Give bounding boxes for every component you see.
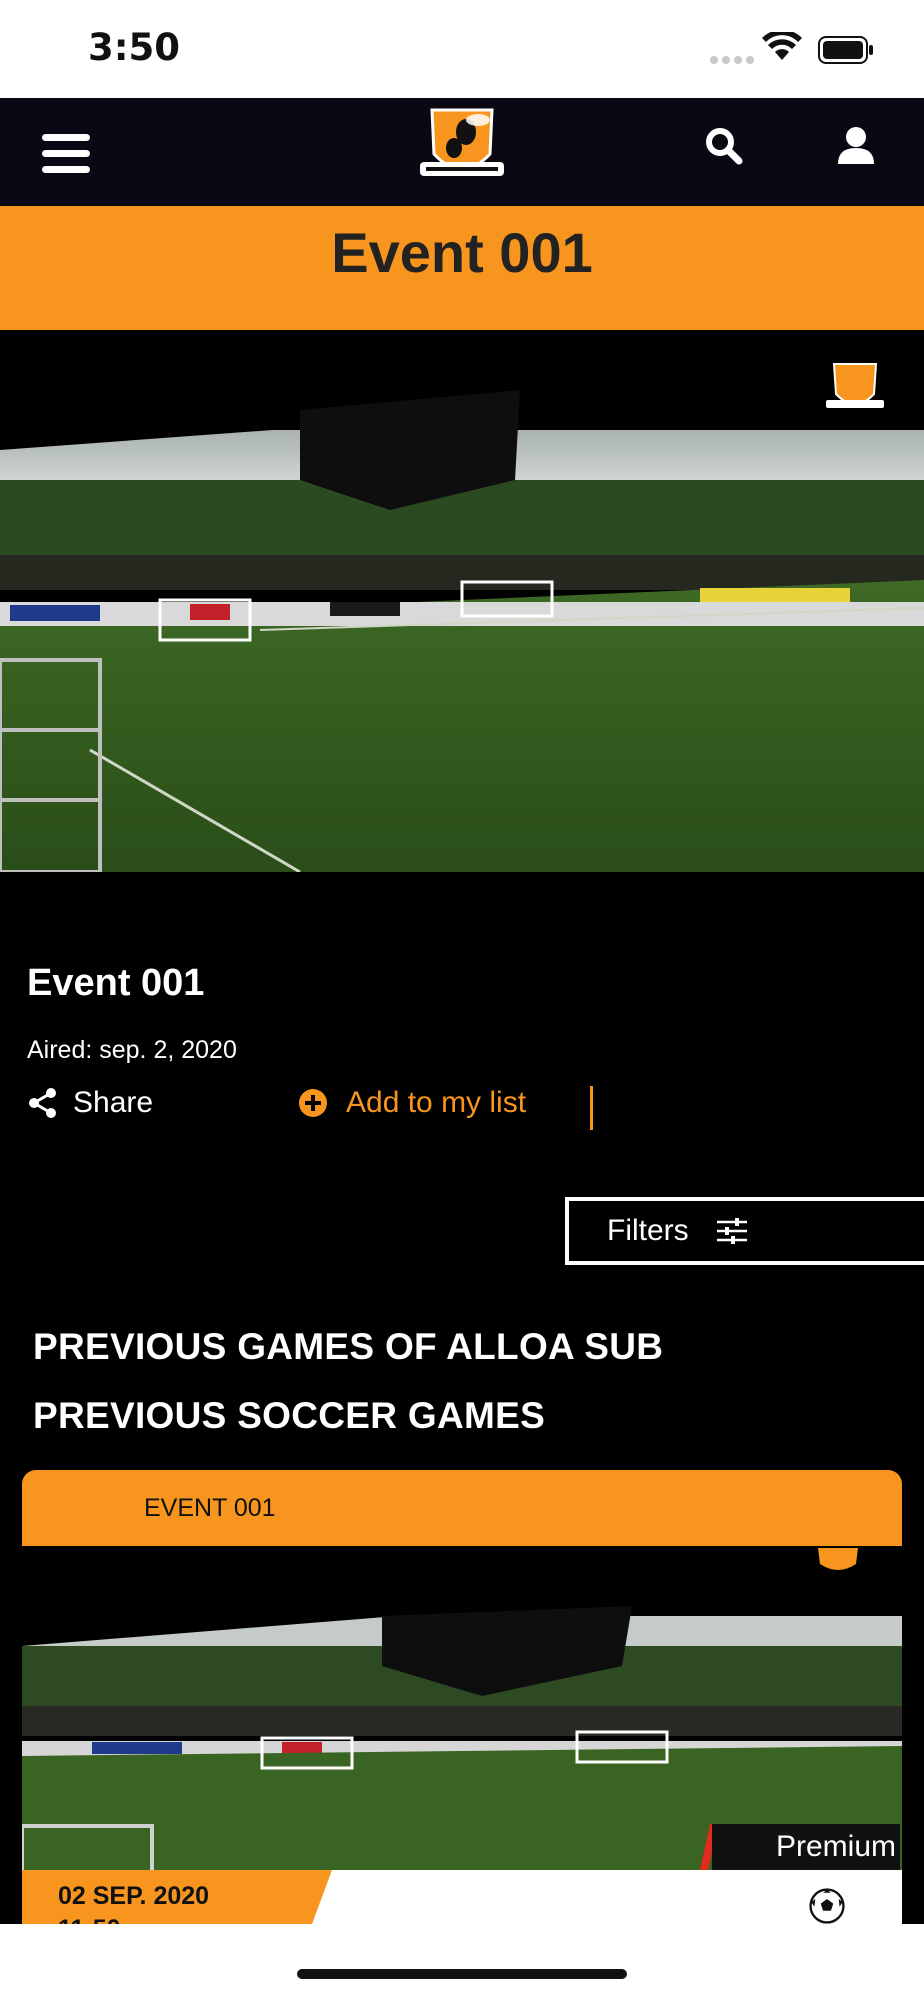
- cellular-signal-icon: [710, 56, 754, 64]
- top-navigation-bar: [0, 98, 924, 206]
- event-date-tag: 02 SEP. 2020 11:50: [22, 1870, 332, 1943]
- filters-label: Filters: [607, 1214, 689, 1247]
- add-circle-icon: [299, 1089, 327, 1117]
- event-title: Event 001: [27, 962, 205, 1004]
- soccer-ball-icon: [809, 1888, 845, 1924]
- section-heading-soccer-games: PREVIOUS SOCCER GAMES: [33, 1395, 546, 1436]
- home-indicator-area: [0, 1924, 924, 2000]
- sliders-icon: [716, 1218, 747, 1244]
- page-title: Event 001: [331, 220, 593, 284]
- wifi-icon: [762, 32, 802, 60]
- section-heading-alloa-sub: PREVIOUS GAMES OF ALLOA SUB: [33, 1326, 664, 1367]
- aired-date: Aired: sep. 2, 2020: [27, 1036, 237, 1064]
- premium-badge: Premium: [712, 1824, 900, 1870]
- add-to-my-list-button[interactable]: Add to my list: [298, 1086, 526, 1120]
- divider: [590, 1086, 593, 1130]
- status-bar: 3:50: [0, 0, 924, 98]
- status-time: 3:50: [88, 26, 181, 69]
- user-account-icon[interactable]: [836, 126, 876, 166]
- stadium-thumbnail: [0, 330, 924, 872]
- home-indicator[interactable]: [297, 1969, 627, 1979]
- event-date: 02 SEP. 2020: [58, 1882, 210, 1910]
- battery-icon: [818, 36, 873, 64]
- club-logo[interactable]: [416, 104, 508, 190]
- menu-icon[interactable]: [42, 134, 90, 182]
- add-to-my-list-label: Add to my list: [346, 1086, 527, 1119]
- event-video-player[interactable]: [0, 330, 924, 872]
- event-card-title: EVENT 001: [144, 1493, 276, 1522]
- page-title-banner: Event 001: [0, 206, 924, 330]
- share-button[interactable]: Share: [27, 1086, 153, 1120]
- share-label: Share: [73, 1086, 154, 1119]
- search-icon[interactable]: [704, 126, 744, 166]
- filters-button[interactable]: Filters: [565, 1197, 924, 1265]
- event-card-header: EVENT 001: [22, 1470, 902, 1546]
- premium-label: Premium: [775, 1830, 896, 1863]
- share-icon: [29, 1088, 56, 1118]
